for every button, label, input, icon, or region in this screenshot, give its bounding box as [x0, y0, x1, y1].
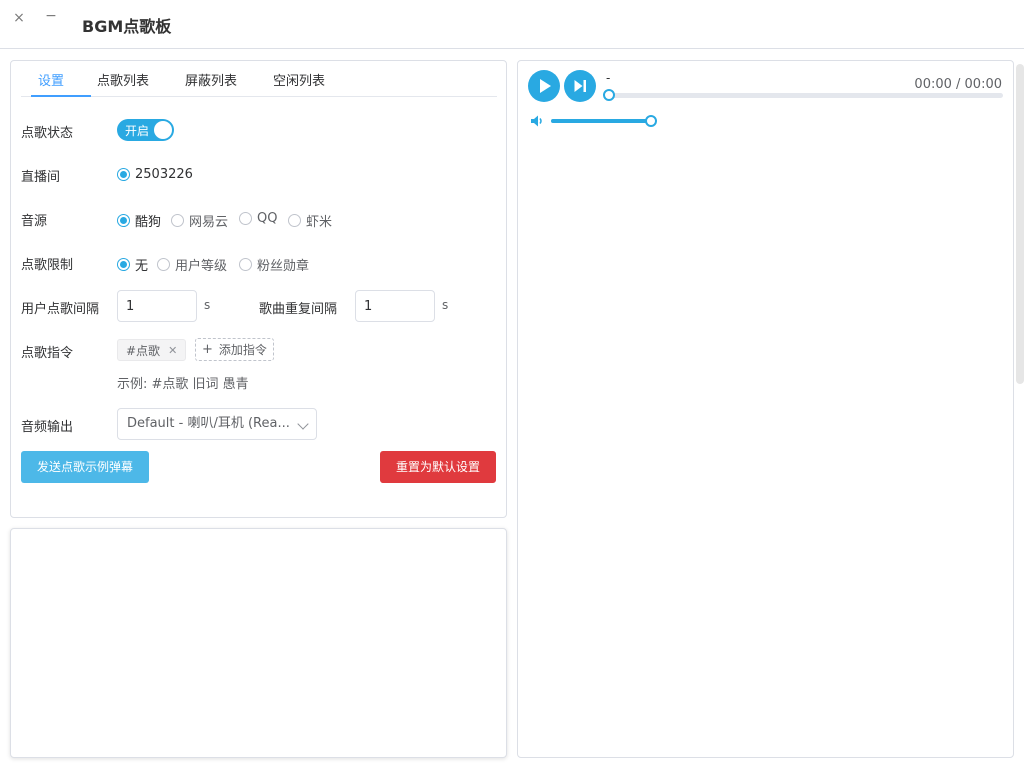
radio-text: 虾米	[306, 215, 333, 230]
radio-dot	[239, 212, 252, 225]
progress-bar[interactable]	[603, 89, 1003, 101]
radio-dot	[117, 258, 130, 271]
audio-output-select[interactable]: Default - 喇叭/耳机 (Rea...	[117, 408, 317, 440]
settings-panel: 设置 点歌列表 屏蔽列表 空闲列表 点歌状态 开启 直播间 2503226 音源…	[10, 60, 507, 518]
plus-icon: +	[202, 342, 213, 357]
repeat-interval-input[interactable]	[355, 290, 435, 322]
repeat-interval-label: 歌曲重复间隔	[259, 302, 338, 317]
time-display: 00:00 / 00:00	[914, 77, 1002, 92]
room-label: 直播间	[21, 170, 61, 185]
skip-next-icon	[574, 80, 586, 92]
radio-text: 粉丝勋章	[257, 259, 310, 274]
audio-output-value: Default - 喇叭/耳机 (Rea...	[127, 416, 290, 431]
radio-text: 用户等级	[175, 259, 228, 274]
add-command-label: 添加指令	[218, 343, 267, 357]
radio-dot	[157, 258, 170, 271]
radio-text: 网易云	[189, 215, 229, 230]
source-radio-xiami[interactable]: 虾米	[288, 211, 332, 230]
close-icon[interactable]: ✕	[168, 344, 177, 357]
switch-knob	[154, 121, 172, 139]
chevron-down-icon	[297, 418, 309, 430]
repeat-interval-unit: s	[442, 298, 449, 312]
radio-dot	[239, 258, 252, 271]
tab-idle-list[interactable]: 空闲列表	[273, 70, 325, 89]
tab-request-list[interactable]: 点歌列表	[97, 70, 149, 89]
radio-dot	[117, 214, 130, 227]
next-button[interactable]	[564, 70, 596, 102]
tab-bar: 设置 点歌列表 屏蔽列表 空闲列表	[21, 61, 497, 97]
user-interval-unit: s	[204, 298, 211, 312]
log-panel	[10, 528, 507, 758]
command-tag: #点歌 ✕	[117, 339, 187, 361]
active-tab-indicator	[31, 95, 91, 97]
volume-slider[interactable]	[551, 115, 657, 127]
command-example: 示例: #点歌 旧词 愚青	[117, 377, 249, 392]
status-switch[interactable]: 开启	[117, 119, 174, 141]
audio-output-label: 音频输出	[21, 420, 74, 435]
play-icon	[540, 79, 551, 93]
status-label: 点歌状态	[21, 126, 74, 141]
tab-block-list[interactable]: 屏蔽列表	[185, 70, 237, 89]
radio-dot	[171, 214, 184, 227]
send-example-button[interactable]: 发送点歌示例弹幕	[21, 451, 149, 483]
title-bar: × − BGM点歌板	[0, 0, 1024, 49]
radio-dot	[288, 214, 301, 227]
limit-label: 点歌限制	[21, 258, 74, 273]
source-label: 音源	[21, 214, 48, 229]
add-command-button[interactable]: + 添加指令	[195, 338, 274, 361]
play-button[interactable]	[528, 70, 560, 102]
progress-knob[interactable]	[603, 89, 615, 101]
app-title: BGM点歌板	[82, 17, 172, 36]
command-tag-text: #点歌	[126, 343, 161, 358]
volume-icon[interactable]	[529, 113, 545, 129]
source-radio-kugou[interactable]: 酷狗	[117, 211, 161, 230]
limit-radio-fan-medal[interactable]: 粉丝勋章	[239, 255, 309, 274]
limit-radio-none[interactable]: 无	[117, 255, 148, 274]
window-scrollbar[interactable]	[1016, 64, 1024, 384]
radio-text: QQ	[257, 211, 278, 226]
player-panel: - 00:00 / 00:00	[517, 60, 1014, 758]
reset-defaults-button[interactable]: 重置为默认设置	[380, 451, 496, 483]
radio-text: 2503226	[135, 167, 193, 182]
close-icon[interactable]: ×	[10, 9, 28, 27]
radio-text: 无	[135, 259, 149, 274]
user-interval-input[interactable]	[117, 290, 197, 322]
tab-settings[interactable]: 设置	[38, 70, 64, 89]
source-radio-qq[interactable]: QQ	[239, 211, 277, 226]
radio-dot	[117, 168, 130, 181]
limit-radio-user-level[interactable]: 用户等级	[157, 255, 227, 274]
track-title: -	[606, 71, 611, 85]
room-radio[interactable]: 2503226	[117, 167, 193, 182]
switch-text: 开启	[125, 124, 150, 138]
volume-knob[interactable]	[645, 115, 657, 127]
volume-fill	[551, 119, 651, 123]
command-label: 点歌指令	[21, 346, 74, 361]
radio-text: 酷狗	[135, 215, 162, 230]
source-radio-netease[interactable]: 网易云	[171, 211, 228, 230]
user-interval-label: 用户点歌间隔	[21, 302, 100, 317]
minimize-icon[interactable]: −	[42, 7, 60, 25]
